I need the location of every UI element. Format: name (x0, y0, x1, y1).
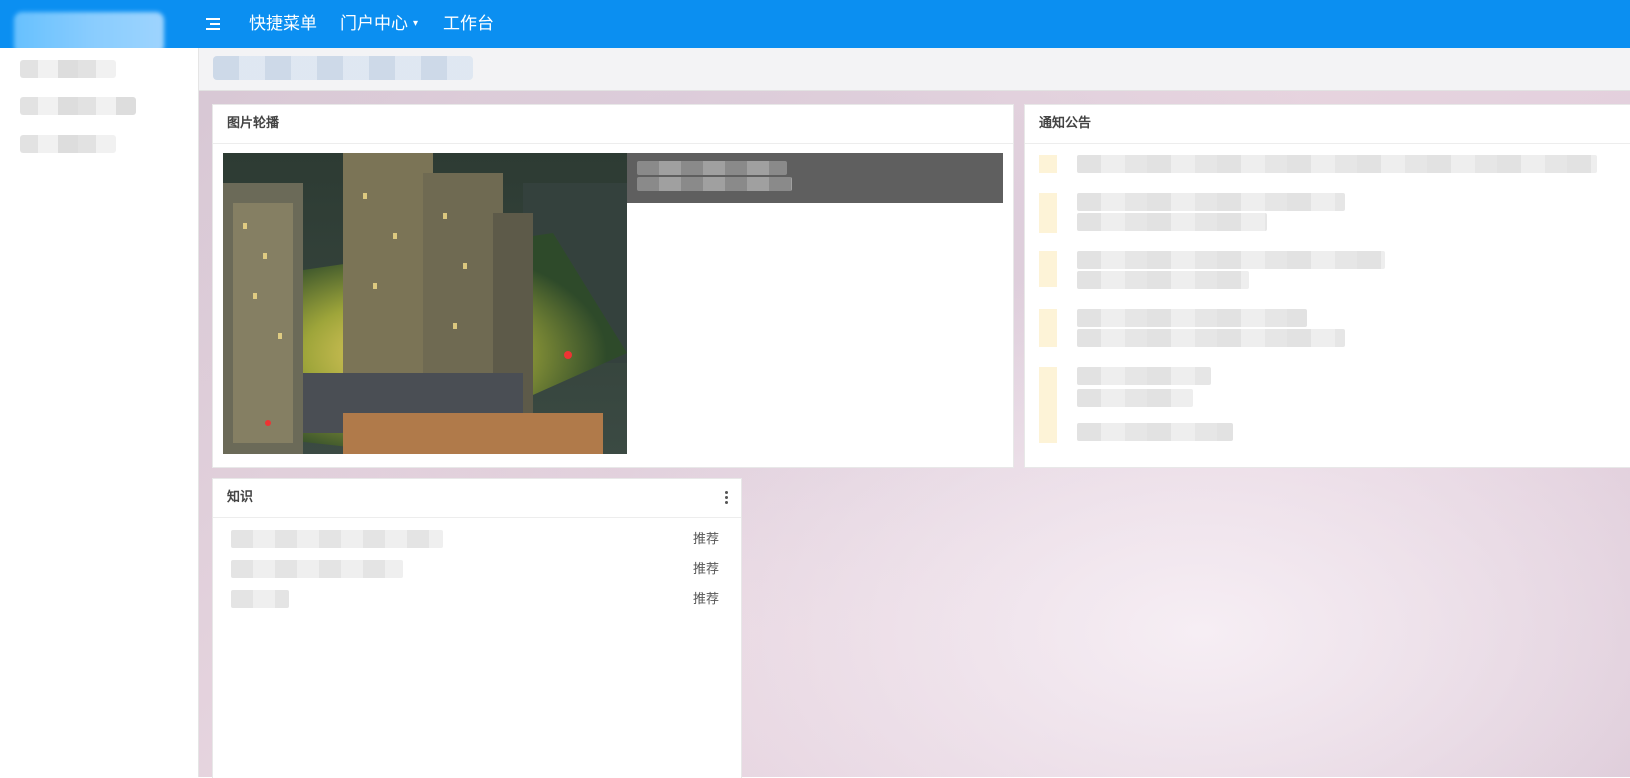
caption-text-blurred (637, 161, 787, 175)
nav-portal-center-label: 门户中心 (340, 14, 408, 34)
knowledge-card: 知识 推荐 推荐 推荐 (212, 478, 742, 778)
tab-bar (199, 48, 1630, 91)
sidebar-item-blurred[interactable] (20, 60, 116, 78)
notice-item[interactable] (1039, 367, 1619, 443)
nav-quick-menu[interactable]: 快捷菜单 (249, 0, 317, 48)
caption-text-blurred (637, 177, 792, 191)
notice-item-line (1039, 213, 1619, 231)
tab-blurred[interactable] (213, 56, 473, 80)
notices-card-title: 通知公告 (1025, 105, 1630, 144)
notice-item-line (1039, 389, 1619, 407)
sidebar-item-blurred[interactable] (20, 135, 116, 153)
nav-workbench-label: 工作台 (443, 14, 494, 34)
sidebar-item-blurred[interactable] (20, 97, 136, 115)
chevron-down-icon: ▾ (413, 18, 419, 29)
notice-text-blurred (1077, 213, 1267, 231)
notice-text-blurred (1077, 251, 1385, 269)
knowledge-item[interactable]: 推荐 (231, 528, 719, 548)
nav-quick-menu-label: 快捷菜单 (249, 14, 317, 34)
notice-text-blurred (1077, 309, 1307, 327)
nav-workbench[interactable]: 工作台 (443, 0, 494, 48)
notice-text-blurred (1077, 271, 1249, 289)
notice-marker (1039, 155, 1057, 173)
knowledge-text-blurred (231, 590, 289, 608)
notice-item-line (1039, 271, 1619, 289)
notice-text-blurred (1077, 329, 1345, 347)
notice-text-blurred (1077, 423, 1233, 441)
notice-text-blurred (1077, 389, 1193, 407)
menu-toggle-icon[interactable] (206, 14, 226, 34)
notice-item[interactable] (1039, 309, 1619, 347)
building-render-image (223, 153, 627, 454)
notice-text-blurred (1077, 367, 1211, 385)
notice-item[interactable] (1039, 193, 1619, 233)
recommend-tag: 推荐 (692, 592, 719, 607)
more-vertical-icon[interactable] (725, 491, 729, 506)
carousel-caption (627, 153, 1003, 203)
knowledge-card-title: 知识 (227, 490, 254, 505)
knowledge-item[interactable]: 推荐 (231, 558, 719, 578)
knowledge-item[interactable]: 推荐 (231, 588, 719, 608)
knowledge-text-blurred (231, 530, 443, 548)
carousel-card-title: 图片轮播 (213, 105, 1013, 144)
notice-item-line (1039, 423, 1619, 441)
carousel-image[interactable] (223, 153, 627, 454)
notices-card: 通知公告 (1024, 104, 1630, 468)
notice-item-line (1039, 329, 1619, 347)
carousel-card: 图片轮播 (212, 104, 1014, 468)
notice-item[interactable] (1039, 155, 1619, 173)
recommend-tag: 推荐 (692, 562, 719, 577)
knowledge-card-header: 知识 (213, 479, 741, 518)
notice-text-blurred (1077, 155, 1597, 173)
top-navbar: 快捷菜单 门户中心 ▾ 工作台 (0, 0, 1630, 54)
nav-portal-center[interactable]: 门户中心 ▾ (340, 0, 418, 48)
sidebar (0, 48, 199, 777)
knowledge-text-blurred (231, 560, 403, 578)
recommend-tag: 推荐 (692, 532, 719, 547)
notice-item[interactable] (1039, 251, 1619, 287)
notice-text-blurred (1077, 193, 1345, 211)
